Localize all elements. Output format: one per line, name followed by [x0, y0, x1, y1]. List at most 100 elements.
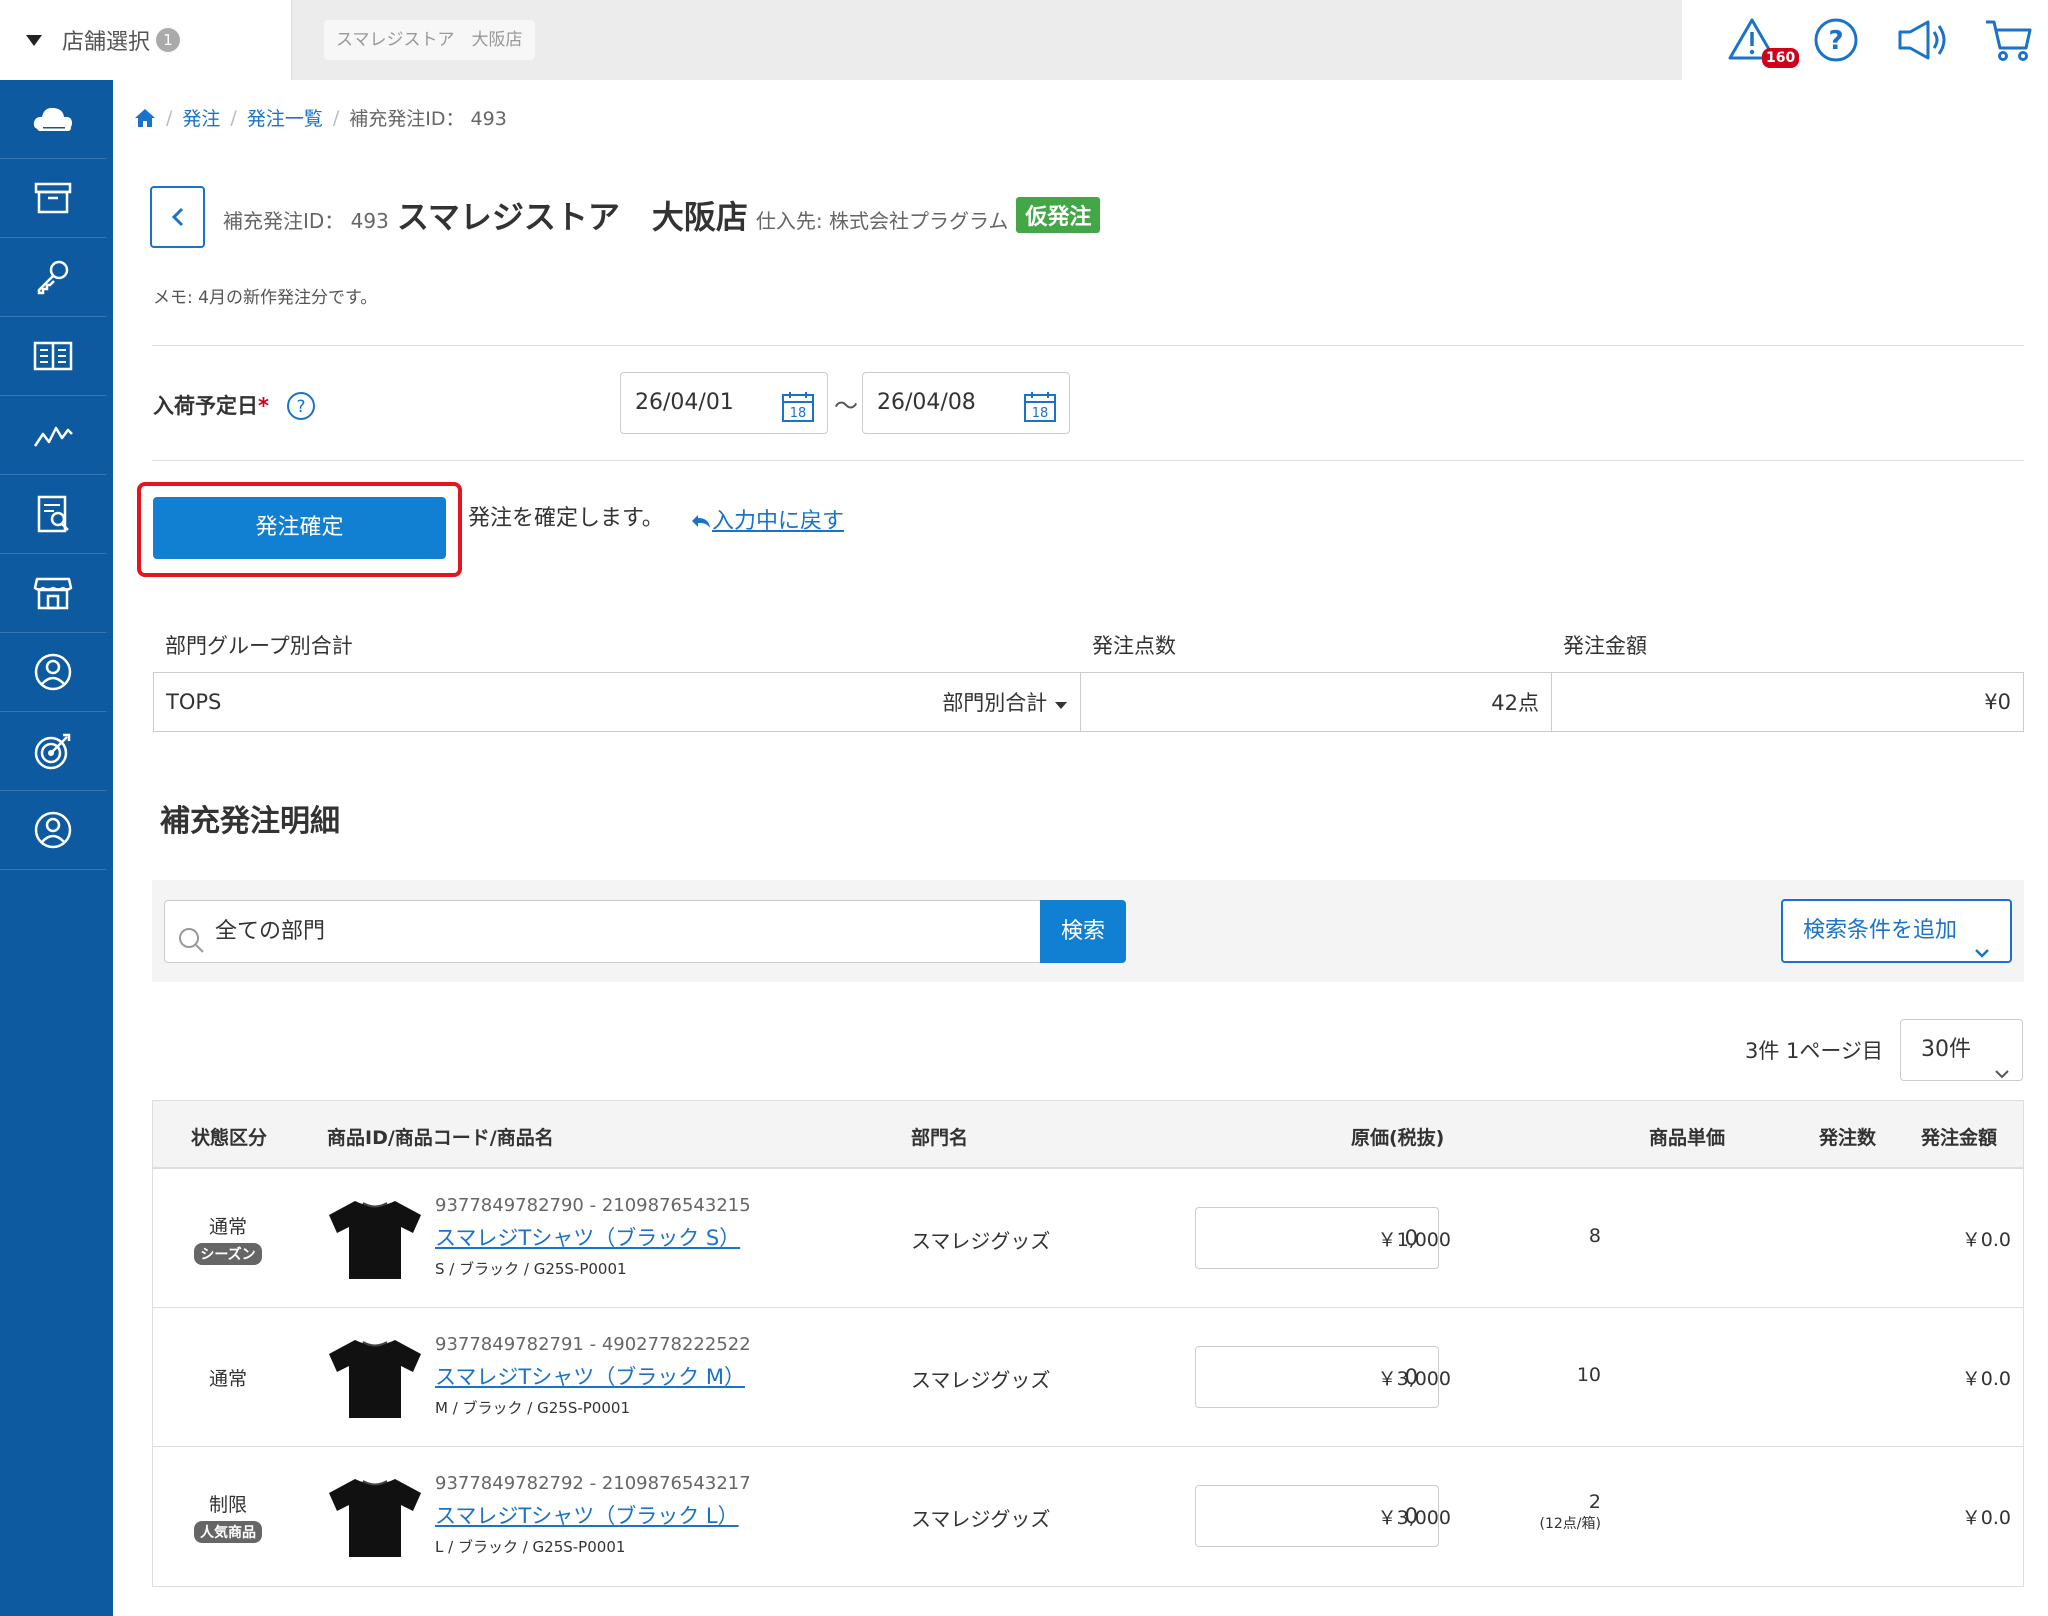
breadcrumb: / 発注 / 発注一覧 / 補充発注ID： 493: [134, 104, 507, 131]
summary-header-amount: 発注金額: [1563, 634, 1647, 658]
add-search-condition-button[interactable]: 検索条件を追加: [1781, 899, 2012, 963]
store-name: スマレジストア 大阪店: [396, 198, 748, 236]
dept-total-dropdown[interactable]: 部門別合計: [942, 687, 1068, 717]
divider: [152, 460, 2024, 461]
sidebar-item-user[interactable]: [0, 791, 106, 870]
calendar-icon[interactable]: 18: [1023, 387, 1057, 447]
svg-text:18: 18: [790, 406, 807, 421]
top-right-icons: ?: [1682, 0, 2048, 80]
state-tag: 人気商品: [194, 1521, 262, 1543]
col-amount: 発注金額: [1921, 1127, 1998, 1149]
store-select-dropdown[interactable]: 店舗選択 1: [0, 0, 292, 80]
sidebar-item-store[interactable]: [0, 554, 106, 633]
sidebar-item-target[interactable]: [0, 712, 106, 791]
memo-text: メモ: 4月の新作発注分です。: [153, 288, 378, 308]
order-qty: 2 (12点/箱): [1539, 1491, 1601, 1532]
breadcrumb-separator: /: [332, 106, 340, 129]
state-cell: 通常: [153, 1308, 303, 1446]
sidebar-item-customer[interactable]: [0, 633, 106, 712]
col-price: 商品単価: [1649, 1127, 1726, 1149]
col-state: 状態区分: [191, 1127, 268, 1149]
sidebar-item-chart[interactable]: [0, 396, 106, 475]
search-button[interactable]: 検索: [1040, 900, 1126, 963]
return-to-draft-link[interactable]: 入力中に戻す: [690, 503, 844, 535]
sidebar: [0, 80, 113, 1616]
breadcrumb-current: 補充発注ID： 493: [349, 108, 507, 130]
store-icon: [33, 577, 73, 610]
unit-price: ￥1,000: [1377, 1229, 1451, 1251]
top-bar: 店舗選択 1 スマレジストア 大阪店 ? 160: [0, 0, 2048, 80]
cloud-icon: [33, 107, 72, 131]
cart-icon[interactable]: [1982, 14, 2034, 66]
selected-store-chip[interactable]: スマレジストア 大阪店: [324, 20, 535, 60]
archive-icon: [34, 182, 72, 214]
user-icon: [34, 811, 72, 849]
order-amount: ￥0.0: [1961, 1229, 2011, 1251]
state-label: 制限: [208, 1494, 247, 1516]
product-codes: 9377849782790 - 2109876543215: [435, 1195, 751, 1216]
dept-name: スマレジグッズ: [911, 1368, 1051, 1392]
sidebar-item-cloud[interactable]: [0, 80, 106, 159]
breadcrumb-order-list[interactable]: 発注一覧: [247, 104, 323, 131]
product-variant: M / ブラック / G25S-P0001: [435, 1399, 630, 1417]
table-row: 通常 シーズン 9377849782790 - 2109876543215 スマ…: [153, 1169, 2023, 1308]
product-name-link[interactable]: スマレジTシャツ（ブラック S）: [435, 1222, 751, 1252]
home-icon[interactable]: [134, 108, 156, 128]
svg-text:?: ?: [1828, 26, 1843, 56]
arrival-date-from-input[interactable]: 26/04/01 18: [620, 372, 828, 434]
back-button[interactable]: [150, 186, 205, 248]
detail-table: 状態区分 商品ID/商品コード/商品名 部門名 原価(税抜) 商品単価 発注数 …: [152, 1100, 2024, 1587]
divider: [152, 345, 2024, 346]
caret-down-icon: [1055, 702, 1067, 709]
tshirt-thumbnail: [329, 1201, 421, 1279]
product-variant: S / ブラック / G25S-P0001: [435, 1260, 627, 1278]
group-name: TOPS: [166, 690, 222, 714]
state-tag: シーズン: [194, 1242, 262, 1265]
breadcrumb-order[interactable]: 発注: [182, 104, 220, 131]
date-to-value: 26/04/08: [877, 390, 976, 415]
report-icon: [37, 495, 69, 533]
customer-icon: [34, 653, 72, 691]
sidebar-item-book[interactable]: [0, 317, 106, 396]
per-page-select[interactable]: 30件: [1900, 1019, 2023, 1081]
sidebar-item-key[interactable]: [0, 238, 106, 317]
reply-arrow-icon: [692, 515, 710, 528]
unit-price: ￥3,000: [1377, 1507, 1451, 1529]
product-name-link[interactable]: スマレジTシャツ（ブラック M）: [435, 1361, 751, 1391]
section-title: 補充発注明細: [160, 804, 340, 839]
product-codes: 9377849782791 - 4902778222522: [435, 1334, 751, 1355]
summary-group-cell: TOPS 部門別合計: [154, 673, 1081, 731]
chart-icon: [33, 426, 73, 447]
summary-header-points: 発注点数: [1092, 634, 1176, 658]
date-range-separator: 〜: [834, 392, 858, 420]
sidebar-item-report[interactable]: [0, 475, 106, 554]
table-row: 制限 人気商品 9377849782792 - 2109876543217 スマ…: [153, 1447, 2023, 1586]
tshirt-thumbnail: [329, 1340, 421, 1418]
summary-header-group: 部門グループ別合計: [165, 634, 353, 658]
calendar-icon[interactable]: 18: [781, 387, 815, 447]
col-qty: 発注数: [1819, 1127, 1877, 1149]
search-input[interactable]: 全ての部門: [164, 900, 1041, 963]
arrival-date-to-input[interactable]: 26/04/08 18: [862, 372, 1070, 434]
qty-unit: (12点/箱): [1539, 1516, 1601, 1532]
megaphone-icon[interactable]: [1894, 14, 1946, 66]
caret-down-icon: [26, 34, 42, 46]
question-icon[interactable]: ?: [286, 391, 316, 425]
breadcrumb-separator: /: [166, 106, 173, 129]
confirm-order-button[interactable]: 発注確定: [153, 497, 446, 559]
alert-count-badge: 160: [1762, 48, 1800, 68]
target-icon: [34, 733, 71, 770]
dept-name: スマレジグッズ: [911, 1229, 1051, 1253]
col-dept: 部門名: [911, 1127, 969, 1149]
dept-name: スマレジグッズ: [911, 1507, 1051, 1531]
state-label: 通常: [208, 1367, 247, 1390]
search-icon: [177, 917, 205, 978]
col-product: 商品ID/商品コード/商品名: [327, 1127, 554, 1149]
summary-table: TOPS 部門別合計 42点 ¥0: [153, 672, 2024, 732]
help-icon[interactable]: ?: [1810, 14, 1862, 66]
product-name-link[interactable]: スマレジTシャツ（ブラック L）: [435, 1500, 751, 1530]
table-row: 通常 9377849782791 - 4902778222522 スマレジTシャ…: [153, 1308, 2023, 1447]
tshirt-thumbnail: [329, 1479, 421, 1557]
product-codes: 9377849782792 - 2109876543217: [435, 1473, 751, 1494]
sidebar-item-archive[interactable]: [0, 159, 106, 238]
